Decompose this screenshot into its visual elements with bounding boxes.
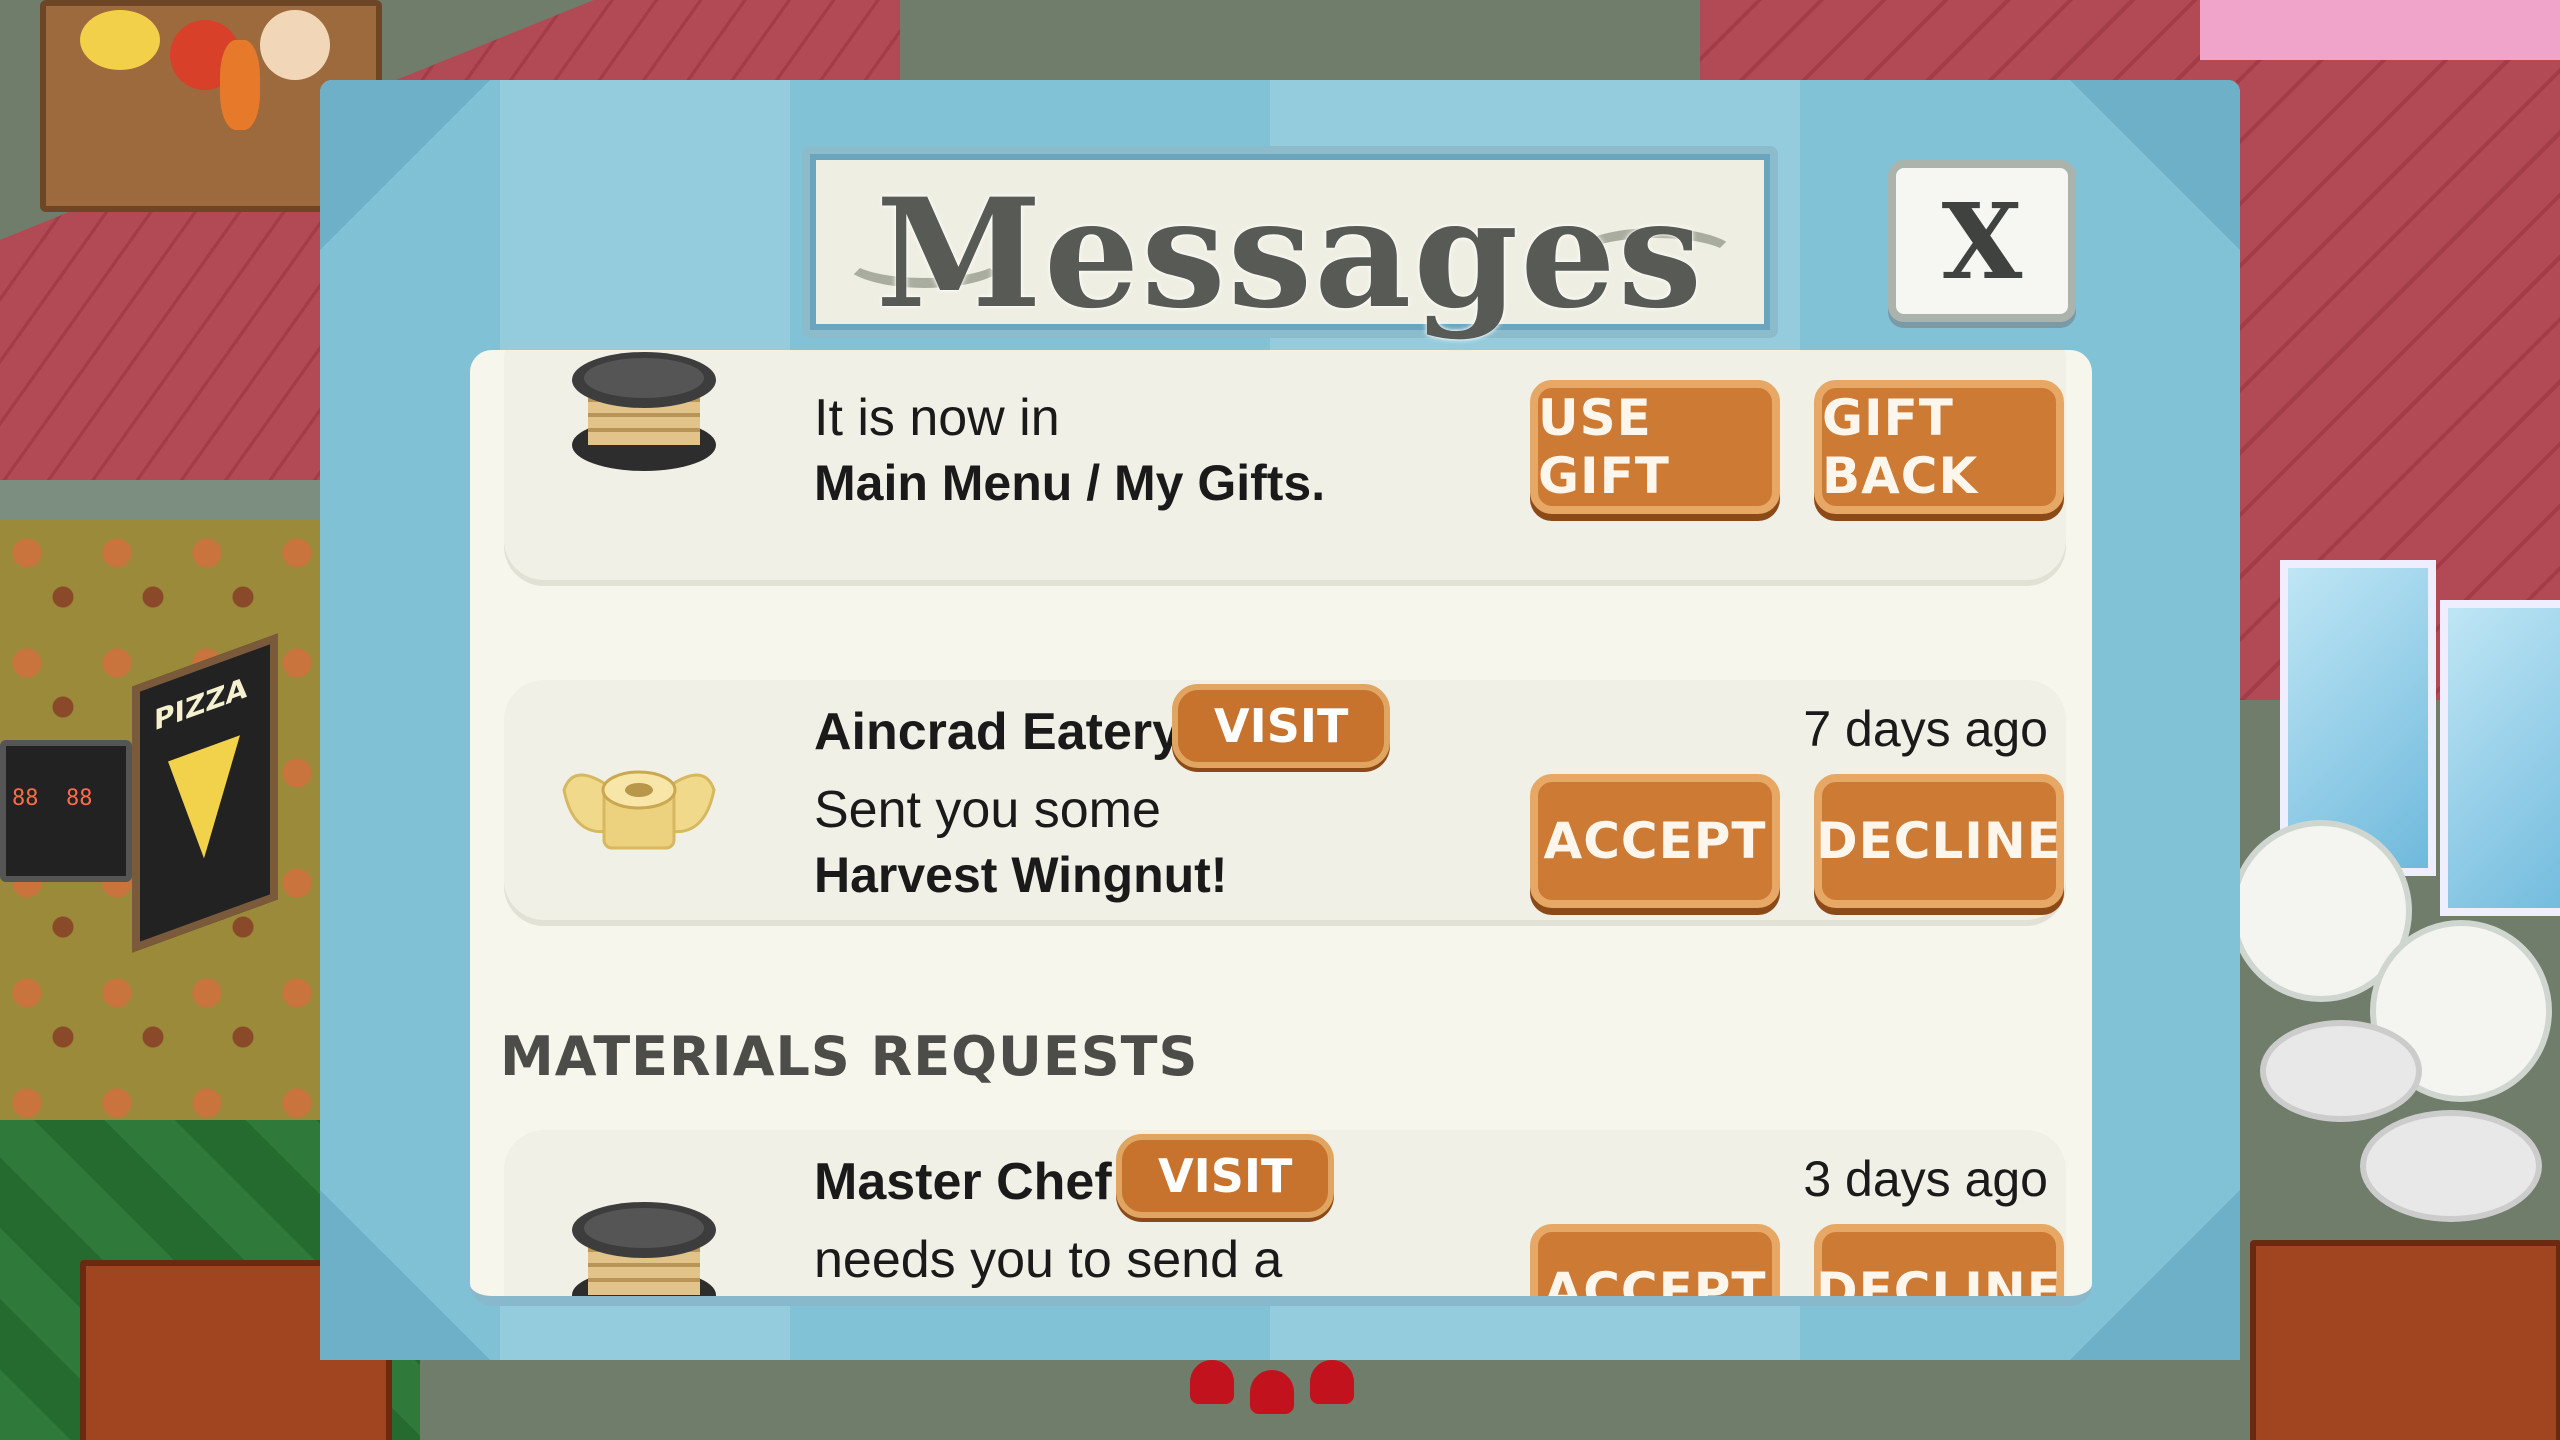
- window-pane: [2440, 600, 2560, 916]
- carrot: [220, 40, 260, 130]
- message-item-name: Harvest Wingnut!: [814, 847, 1228, 903]
- message-line: Sent you some: [814, 781, 1161, 839]
- decline-button[interactable]: DECLINE: [1814, 774, 2064, 908]
- messages-dialog: Messages X It is now in Main Menu / My G…: [320, 80, 2240, 1360]
- stove-burner: [2260, 1020, 2422, 1122]
- wingnut-icon: [562, 770, 716, 850]
- score-guest: 88: [66, 786, 93, 811]
- chalkboard-title: PIZZA: [154, 670, 248, 738]
- accept-button[interactable]: ACCEPT: [1530, 1224, 1780, 1296]
- sender-name: Master Chef: [814, 1153, 1112, 1211]
- cupcake: [1310, 1360, 1354, 1404]
- scoreboard: 88 88: [0, 740, 132, 882]
- visit-button[interactable]: VISIT: [1116, 1134, 1335, 1218]
- visit-button[interactable]: VISIT: [1172, 684, 1391, 768]
- message-timestamp: 3 days ago: [1803, 1151, 2048, 1207]
- lemon: [80, 10, 160, 70]
- message-card: It is now in Main Menu / My Gifts. USE G…: [504, 350, 2066, 580]
- messages-list[interactable]: It is now in Main Menu / My Gifts. USE G…: [470, 350, 2092, 1306]
- dialog-title: Messages: [875, 166, 1705, 342]
- decline-button[interactable]: DECLINE: [1814, 1224, 2064, 1296]
- cable-spool-icon: [572, 1202, 716, 1296]
- pink-counter: [2200, 0, 2560, 60]
- pizza-slice-drawing: [168, 735, 240, 872]
- close-button[interactable]: X: [1888, 160, 2076, 322]
- message-item-name: Main Menu / My Gifts.: [814, 455, 1326, 511]
- gift-back-button[interactable]: GIFT BACK: [1814, 380, 2064, 514]
- use-gift-button[interactable]: USE GIFT: [1530, 380, 1780, 514]
- message-line: It is now in: [814, 389, 1060, 447]
- cupcake: [1250, 1370, 1294, 1414]
- onion: [260, 10, 330, 80]
- message-item-name: Cable of Harvest!: [814, 1296, 1225, 1306]
- stove-burner: [2360, 1110, 2542, 1222]
- cupcake: [1190, 1360, 1234, 1404]
- message-line: needs you to send a: [814, 1231, 1283, 1289]
- pizza-chalkboard: PIZZA: [132, 633, 278, 953]
- message-timestamp: 7 days ago: [1803, 701, 2048, 757]
- message-card: Aincrad Eatery VISIT 7 days ago Sent you…: [504, 680, 2066, 920]
- title-plate: Messages: [802, 146, 1778, 342]
- score-home: 88: [12, 786, 39, 811]
- request-card: Master Chef VISIT 3 days ago needs you t…: [504, 1130, 2066, 1306]
- wooden-table: [2250, 1240, 2560, 1440]
- cable-spool-icon: [572, 352, 716, 471]
- accept-button[interactable]: ACCEPT: [1530, 774, 1780, 908]
- sender-name: Aincrad Eatery: [814, 703, 1182, 761]
- materials-requests-heading: MATERIALS REQUESTS: [500, 1025, 1199, 1088]
